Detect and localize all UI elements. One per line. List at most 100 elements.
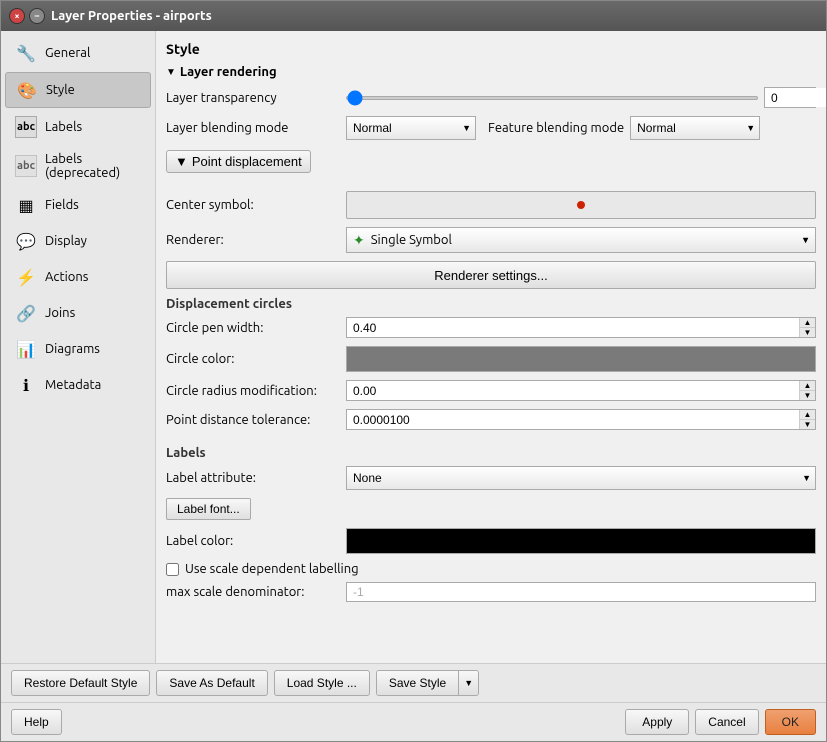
load-style-button[interactable]: Load Style ... [274, 670, 370, 696]
pen-width-spinbox: ▲ ▼ [346, 317, 816, 338]
window-controls: × – [9, 8, 45, 24]
layer-blending-select[interactable]: Normal [346, 116, 476, 140]
sidebar-label-actions: Actions [45, 270, 88, 284]
renderer-icon: ✦ [353, 232, 365, 249]
section-title: Style [166, 41, 816, 57]
cancel-button[interactable]: Cancel [695, 709, 758, 735]
pen-width-arrows: ▲ ▼ [799, 318, 815, 337]
transparency-slider-container: ▲ ▼ [346, 87, 816, 108]
help-button[interactable]: Help [11, 709, 62, 735]
point-displacement-button[interactable]: ▼ Point displacement [166, 150, 311, 173]
labels-section-title: Labels [166, 446, 816, 460]
labels-deprecated-icon: abc [15, 155, 37, 177]
label-attribute-select[interactable]: None [346, 466, 816, 490]
sidebar-label-labels: Labels [45, 120, 82, 134]
sidebar-item-actions[interactable]: ⚡ Actions [5, 260, 151, 294]
sidebar-item-labels-deprecated[interactable]: abc Labels (deprecated) [5, 146, 151, 186]
pen-width-down[interactable]: ▼ [800, 328, 815, 337]
sidebar-label-joins: Joins [45, 306, 75, 320]
scale-checkbox[interactable] [166, 563, 179, 576]
scale-checkbox-label: Use scale dependent labelling [185, 562, 359, 576]
transparency-label: Layer transparency [166, 91, 346, 105]
window-title: Layer Properties - airports [51, 9, 212, 23]
sidebar-item-metadata[interactable]: ℹ Metadata [5, 368, 151, 402]
general-icon: 🔧 [15, 42, 37, 64]
max-scale-label: max scale denominator: [166, 585, 346, 599]
sidebar-label-style: Style [46, 83, 75, 97]
chevron-down-icon: ▼ [175, 154, 188, 169]
renderer-settings-button[interactable]: Renderer settings... [166, 261, 816, 289]
pen-width-value[interactable] [347, 318, 799, 337]
radius-mod-row: Circle radius modification: ▲ ▼ [166, 380, 816, 401]
distance-tolerance-down[interactable]: ▼ [800, 420, 815, 429]
diagrams-icon: 📊 [15, 338, 37, 360]
max-scale-input[interactable] [346, 582, 816, 602]
collapse-triangle: ▼ [166, 66, 176, 78]
main-window: × – Layer Properties - airports 🔧 Genera… [0, 0, 827, 742]
pen-width-up[interactable]: ▲ [800, 318, 815, 328]
feature-blending-select[interactable]: Normal [630, 116, 760, 140]
radius-mod-value[interactable] [347, 381, 799, 400]
radius-mod-down[interactable]: ▼ [800, 391, 815, 400]
transparency-value[interactable] [765, 88, 826, 107]
renderer-label: Renderer: [166, 233, 346, 247]
sidebar-item-display[interactable]: 💬 Display [5, 224, 151, 258]
minimize-button[interactable]: – [29, 8, 45, 24]
save-style-group: Save Style ▼ [376, 670, 479, 696]
renderer-select[interactable]: ✦ Single Symbol ▼ [346, 227, 816, 253]
center-symbol-preview[interactable] [346, 191, 816, 219]
main-panel: Style ▼ Layer rendering Layer transparen… [156, 31, 826, 663]
sidebar-item-diagrams[interactable]: 📊 Diagrams [5, 332, 151, 366]
ok-button[interactable]: OK [765, 709, 816, 735]
distance-tolerance-value[interactable] [347, 410, 799, 429]
layer-blending-wrapper: Normal [346, 116, 476, 140]
label-color-row: Label color: [166, 528, 816, 554]
save-style-button[interactable]: Save Style [377, 671, 459, 695]
sidebar-label-metadata: Metadata [45, 378, 101, 392]
metadata-icon: ℹ [15, 374, 37, 396]
close-button[interactable]: × [9, 8, 25, 24]
transparency-row: Layer transparency ▲ ▼ [166, 87, 816, 108]
save-as-default-button[interactable]: Save As Default [156, 670, 267, 696]
restore-default-button[interactable]: Restore Default Style [11, 670, 150, 696]
sidebar-item-labels[interactable]: abc Labels [5, 110, 151, 144]
pen-width-row: Circle pen width: ▲ ▼ [166, 317, 816, 338]
blending-label: Layer blending mode [166, 121, 346, 135]
layer-rendering-label: Layer rendering [180, 65, 277, 79]
radius-mod-arrows: ▲ ▼ [799, 381, 815, 400]
style-icon: 🎨 [16, 79, 38, 101]
apply-button[interactable]: Apply [625, 709, 689, 735]
sidebar-item-fields[interactable]: ▦ Fields [5, 188, 151, 222]
labels-icon: abc [15, 116, 37, 138]
distance-tolerance-spinbox: ▲ ▼ [346, 409, 816, 430]
radius-mod-label: Circle radius modification: [166, 384, 346, 398]
fields-icon: ▦ [15, 194, 37, 216]
center-symbol-row: Center symbol: [166, 191, 816, 219]
sidebar-item-joins[interactable]: 🔗 Joins [5, 296, 151, 330]
footer-bar: Help Apply Cancel OK [1, 702, 826, 741]
blending-row: Layer blending mode Normal Feature blend… [166, 116, 816, 140]
sidebar-label-labels-deprecated: Labels (deprecated) [45, 152, 141, 180]
save-style-arrow[interactable]: ▼ [459, 671, 478, 695]
sidebar: 🔧 General 🎨 Style abc Labels abc Labels … [1, 31, 156, 663]
label-color-swatch[interactable] [346, 528, 816, 554]
actions-icon: ⚡ [15, 266, 37, 288]
label-attribute-wrapper: None [346, 466, 816, 490]
distance-tolerance-up[interactable]: ▲ [800, 410, 815, 420]
radius-mod-spinbox: ▲ ▼ [346, 380, 816, 401]
joins-icon: 🔗 [15, 302, 37, 324]
layer-rendering-header[interactable]: ▼ Layer rendering [166, 65, 816, 79]
style-actions-bar: Restore Default Style Save As Default Lo… [1, 663, 826, 702]
sidebar-item-style[interactable]: 🎨 Style [5, 72, 151, 108]
sidebar-item-general[interactable]: 🔧 General [5, 36, 151, 70]
label-color-label: Label color: [166, 534, 346, 548]
circle-color-swatch[interactable] [346, 346, 816, 372]
radius-mod-up[interactable]: ▲ [800, 381, 815, 391]
labels-section: Labels Label attribute: None Label font.… [166, 446, 816, 610]
transparency-slider[interactable] [346, 96, 758, 100]
label-font-button[interactable]: Label font... [166, 498, 251, 520]
circle-color-label: Circle color: [166, 352, 346, 366]
renderer-row: Renderer: ✦ Single Symbol ▼ [166, 227, 816, 253]
titlebar: × – Layer Properties - airports [1, 1, 826, 31]
transparency-spinbox: ▲ ▼ [764, 87, 816, 108]
